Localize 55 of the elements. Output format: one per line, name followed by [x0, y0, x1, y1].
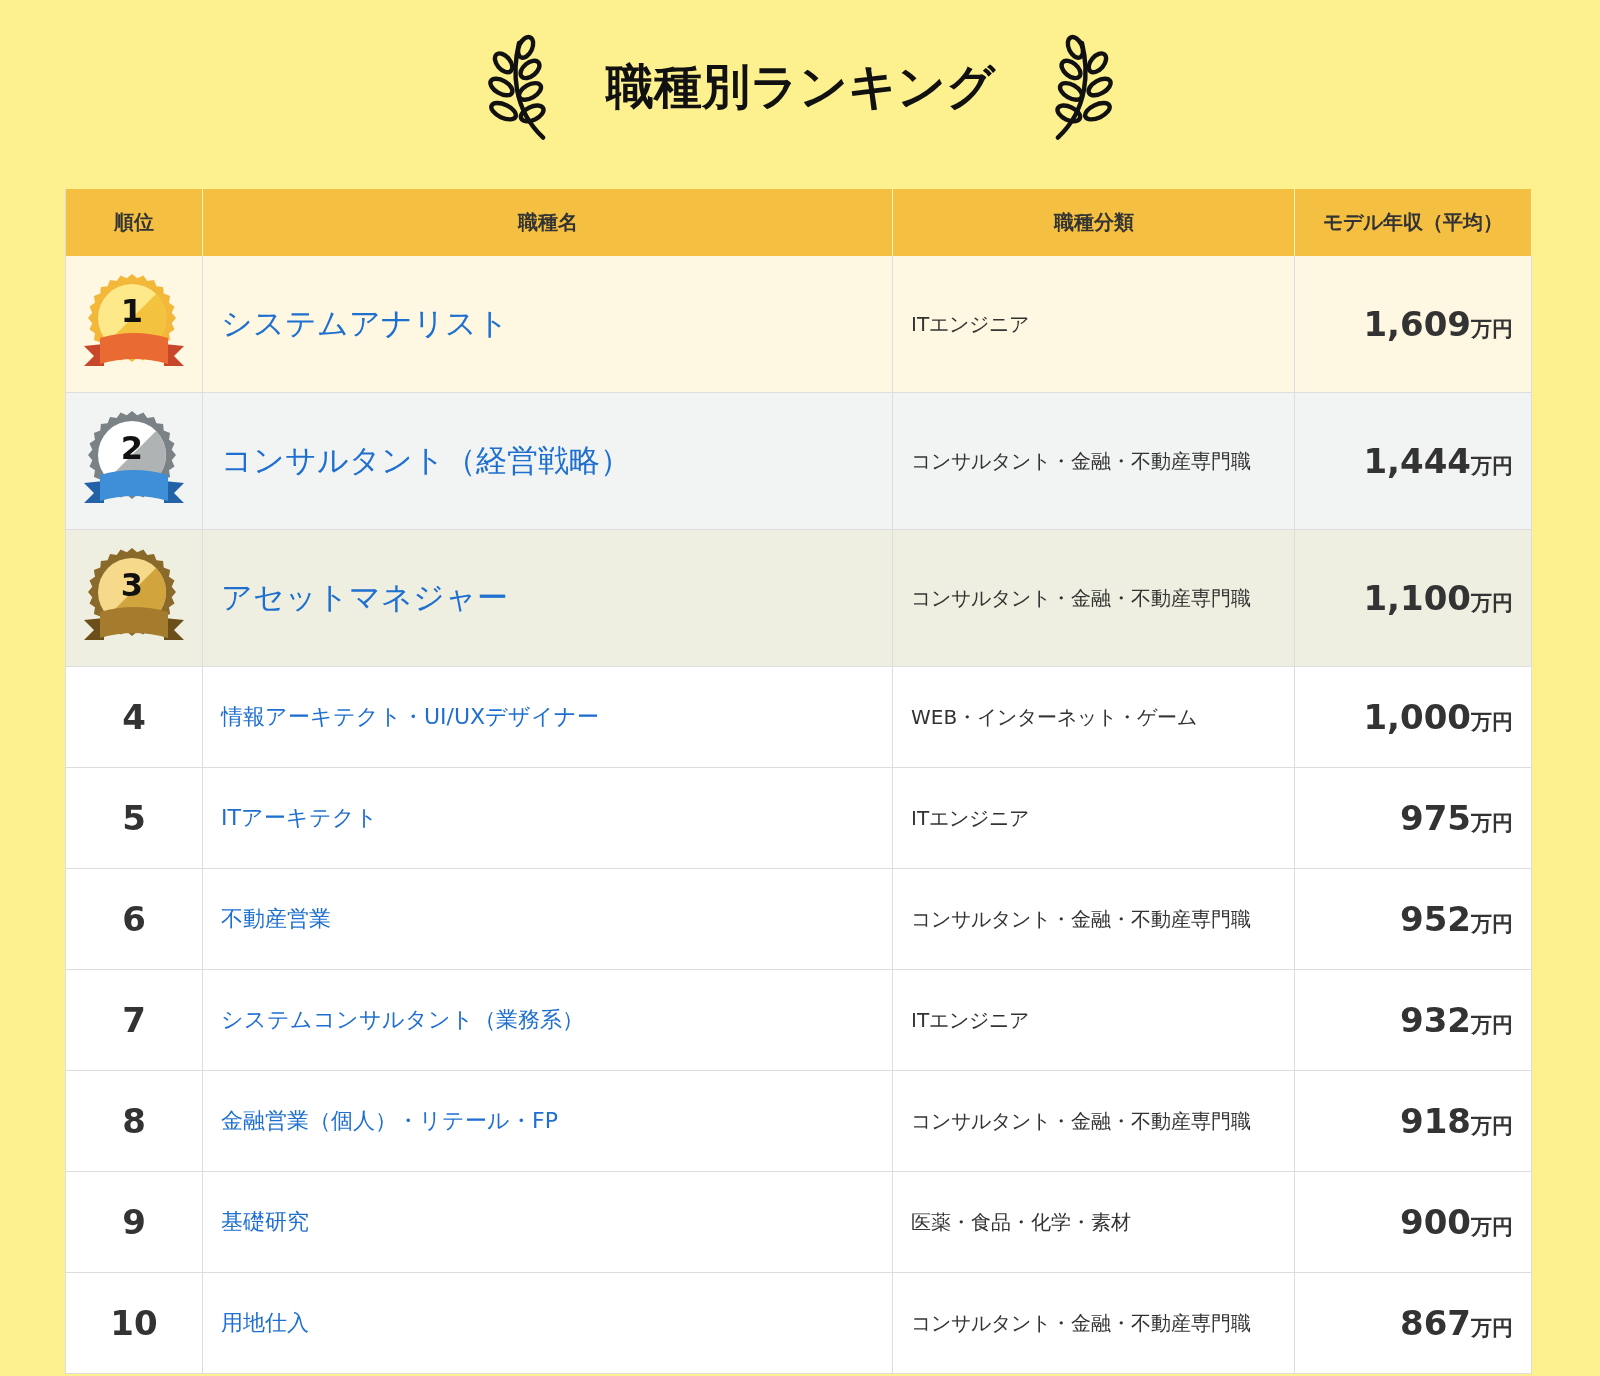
rank-number: 10: [110, 1303, 158, 1343]
job-category: ITエンジニア: [911, 311, 1030, 337]
job-title-link[interactable]: システムアナリスト: [221, 303, 509, 345]
job-category: ITエンジニア: [911, 1007, 1030, 1033]
rank-number: 8: [122, 1101, 146, 1141]
page-title: 職種別ランキング: [605, 56, 995, 116]
job-title-link[interactable]: ITアーキテクト: [221, 803, 378, 833]
job-category: コンサルタント・金融・不動産専門職: [911, 906, 1251, 932]
job-title-link[interactable]: 情報アーキテクト・UI/UXデザイナー: [221, 702, 600, 732]
rank-number: 6: [122, 899, 146, 939]
column-header: 順位: [66, 189, 203, 256]
salary-value: 1,444: [1363, 441, 1471, 481]
rank-number: 3: [119, 566, 145, 604]
salary-value: 1,000: [1363, 697, 1471, 737]
salary-unit: 万円: [1471, 811, 1513, 837]
salary-unit: 万円: [1471, 1013, 1513, 1039]
job-title-link[interactable]: システムコンサルタント（業務系）: [221, 1005, 584, 1035]
rank-number: 5: [122, 798, 146, 838]
rank-number: 7: [122, 1000, 146, 1040]
salary-unit: 万円: [1471, 710, 1513, 736]
job-category: WEB・インターネット・ゲーム: [911, 704, 1198, 730]
rank-number: 1: [119, 292, 145, 330]
salary-unit: 万円: [1471, 1316, 1513, 1342]
column-header: 職種分類: [893, 189, 1295, 256]
rank-number: 4: [122, 697, 146, 737]
job-category: 医薬・食品・化学・素材: [911, 1209, 1131, 1235]
salary-unit: 万円: [1471, 317, 1513, 343]
salary-value: 1,609: [1363, 304, 1471, 344]
job-category: コンサルタント・金融・不動産専門職: [911, 1108, 1251, 1134]
salary-value: 900: [1400, 1202, 1471, 1242]
job-title-link[interactable]: コンサルタント（経営戦略）: [221, 440, 631, 482]
salary-unit: 万円: [1471, 454, 1513, 480]
salary-value: 867: [1400, 1303, 1471, 1343]
rank-number: 2: [119, 429, 145, 467]
salary-value: 1,100: [1363, 578, 1471, 618]
salary-value: 918: [1400, 1101, 1471, 1141]
salary-unit: 万円: [1471, 1114, 1513, 1140]
job-title-link[interactable]: アセットマネジャー: [221, 577, 508, 619]
column-header: 職種名: [203, 189, 893, 256]
job-title-link[interactable]: 不動産営業: [221, 904, 331, 934]
job-title-link[interactable]: 基礎研究: [221, 1207, 309, 1237]
rank-number: 9: [122, 1202, 146, 1242]
job-title-link[interactable]: 金融営業（個人）・リテール・FP: [221, 1106, 558, 1136]
salary-unit: 万円: [1471, 591, 1513, 617]
job-category: コンサルタント・金融・不動産専門職: [911, 448, 1251, 474]
salary-value: 975: [1400, 798, 1471, 838]
salary-value: 932: [1400, 1000, 1471, 1040]
salary-unit: 万円: [1471, 1215, 1513, 1241]
salary-unit: 万円: [1471, 912, 1513, 938]
column-header: モデル年収（平均）: [1295, 189, 1532, 256]
salary-value: 952: [1400, 899, 1471, 939]
job-title-link[interactable]: 用地仕入: [221, 1308, 309, 1338]
job-category: コンサルタント・金融・不動産専門職: [911, 1310, 1251, 1336]
job-category: ITエンジニア: [911, 805, 1030, 831]
job-category: コンサルタント・金融・不動産専門職: [911, 585, 1251, 611]
